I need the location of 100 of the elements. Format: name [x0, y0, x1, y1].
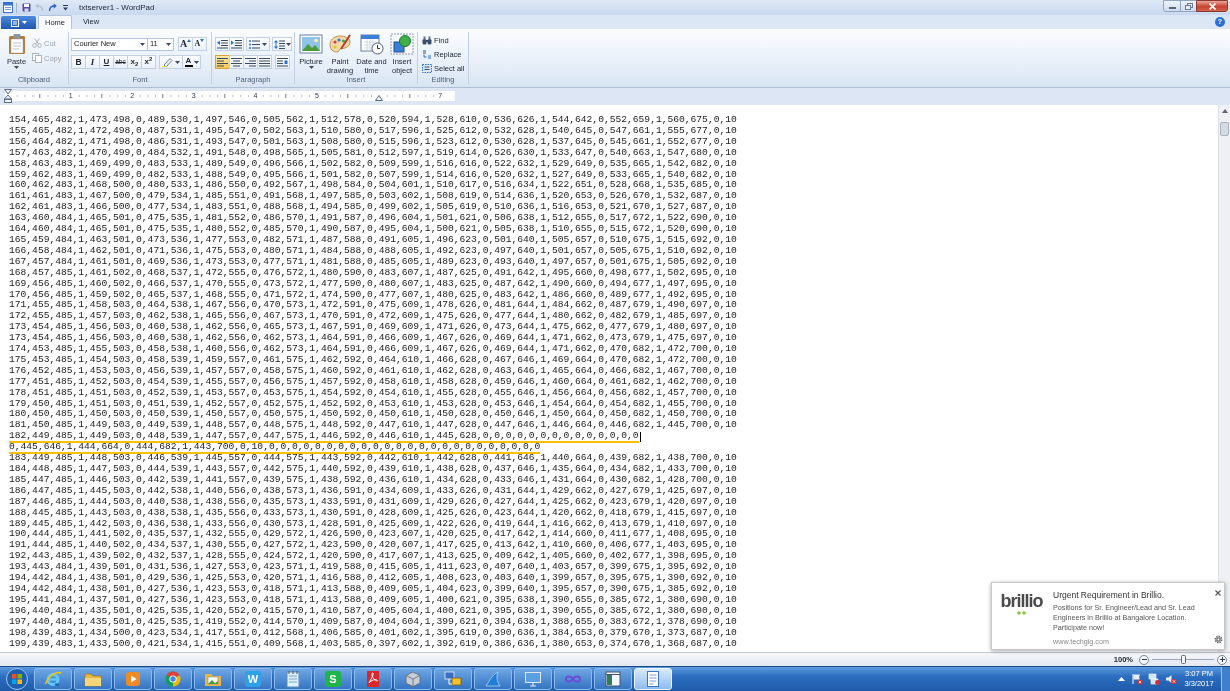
- paragraph-button[interactable]: [275, 55, 290, 69]
- superscript-button[interactable]: x$^{2}$: [141, 55, 156, 69]
- text-line: 193,443,484,1,439,501,0,431,536,1,427,553,0,423,571,1,419,588,0,415,605,1,411,623,0,407,640,1,403,657,0,399,675,1,395,692,0,10: [9, 563, 737, 574]
- taskbar-button[interactable]: [74, 668, 112, 690]
- taskbar-button[interactable]: [114, 668, 152, 690]
- highlight-button[interactable]: [159, 55, 183, 69]
- text-line: 159,462,483,1,469,499,0,482,533,1,488,549,0,495,566,1,501,582,0,507,599,1,514,616,0,520,632,1,527,649,0,533,665,1,540,682,0,10: [9, 170, 737, 181]
- text-line: 154,465,482,1,473,498,0,489,530,1,497,546,0,505,562,1,512,578,0,520,594,1,528,610,0,536,626,1,544,642,0,552,659,1,560,675,0,10: [9, 116, 737, 127]
- text-line: 173,454,485,1,456,503,0,460,538,1,462,556,0,465,573,1,467,591,0,469,609,1,471,626,0,473,644,1,475,662,0,477,679,1,480,697,0,10: [9, 323, 737, 334]
- highlighter-icon: [162, 57, 173, 67]
- zoom-out-button[interactable]: [1139, 654, 1149, 665]
- caret-icon: [175, 60, 180, 64]
- text-line: 189,445,485,1,442,503,0,436,538,1,433,556,0,430,573,1,428,591,0,425,609,1,422,626,0,419,644,1,416,662,0,413,679,1,410,697,0,10: [9, 519, 737, 530]
- text-line: 197,440,484,1,435,501,0,425,535,1,419,552,0,414,570,1,409,587,0,404,604,1,399,621,0,394,638,1,388,655,0,383,672,1,378,690,0,10: [9, 617, 737, 629]
- minus-icon: [1141, 659, 1147, 660]
- text-line: 169,456,485,1,460,502,0,466,537,1,470,555,0,473,572,1,477,590,0,480,607,1,483,625,0,487,642,1,490,660,0,494,677,1,497,695,0,10: [9, 279, 737, 291]
- select-all-icon: [422, 63, 432, 73]
- clipboard-icon: [7, 33, 26, 55]
- justify-button[interactable]: [257, 55, 272, 69]
- caret-icon: [61, 4, 69, 11]
- taskbar-button[interactable]: [274, 668, 312, 690]
- document-icon: [10, 18, 19, 27]
- scissors-icon: [32, 38, 42, 48]
- font-color-button[interactable]: A: [182, 55, 201, 69]
- minimize-button[interactable]: [1163, 0, 1181, 12]
- text-line: 163,460,484,1,465,501,0,475,535,1,481,552,0,486,570,1,491,587,0,496,604,1,501,621,0,506,638,1,512,655,0,517,672,1,522,690,0,10: [9, 214, 737, 225]
- taskbar-button[interactable]: [554, 668, 592, 690]
- notification-title: Urgent Requirement in Brillio.: [1053, 590, 1166, 601]
- taskbar-button[interactable]: [514, 668, 552, 690]
- text-line: 195,441,484,1,437,501,0,427,536,1,423,553,0,418,571,1,413,588,0,409,605,1,400,621,0,395,638,1,390,655,0,385,672,1,380,690,0,10: [9, 595, 737, 607]
- document-icon: [3, 2, 13, 13]
- text-line: 0,445,646,1,444,664,0,444,682,1,443,700,0,10,0,0,0,0,0,0,0,0,0,0,0,0,0,0,0,0,0,0,0,0,0,0,0,0: [9, 443, 541, 455]
- zoom-slider[interactable]: [1152, 654, 1214, 665]
- taskbar-button[interactable]: [594, 668, 632, 690]
- zoom-in-button[interactable]: [1217, 654, 1227, 665]
- text-line: 176,452,485,1,453,503,0,456,539,1,457,557,0,458,575,1,460,592,0,461,610,1,462,628,0,463,646,1,465,664,0,466,682,1,467,700,0,10: [9, 366, 737, 378]
- text-line: 170,456,485,1,459,502,0,465,537,1,468,555,0,471,572,1,474,590,0,477,607,1,480,625,0,483,642,1,486,660,0,489,677,1,492,695,0,10: [9, 290, 737, 301]
- network-icon: [444, 670, 462, 688]
- logo-text: brillio: [1000, 591, 1043, 611]
- taskbar-button[interactable]: [434, 668, 472, 690]
- text-line: 178,451,485,1,451,503,0,452,539,1,453,557,0,453,575,1,454,592,0,454,610,1,455,628,0,455,646,1,456,664,0,456,682,1,457,700,0,10: [9, 388, 737, 400]
- justify-icon: [259, 57, 270, 67]
- text-line: 191,444,485,1,440,502,0,434,537,1,430,555,0,427,572,1,423,590,0,420,607,1,417,625,0,413,642,1,410,660,0,406,677,1,403,695,0,10: [9, 541, 737, 552]
- window-title: txtserver1 - WordPad: [79, 2, 155, 13]
- text-line: 157,463,482,1,470,499,0,484,532,1,491,548,0,498,565,1,505,581,0,512,597,1,519,614,0,526,630,1,533,647,0,540,663,1,547,680,0,10: [9, 148, 737, 160]
- taskbar-button[interactable]: [194, 668, 232, 690]
- restore-icon: [1184, 2, 1193, 10]
- shrink-font-button[interactable]: A: [192, 37, 207, 51]
- text-line: 199,439,483,1,433,500,0,421,534,1,415,551,0,409,568,1,403,585,0,397,602,1,392,619,0,386,636,1,380,653,0,374,670,1,368,687,0,10: [9, 639, 737, 651]
- text-line: 184,448,485,1,447,503,0,444,539,1,443,557,0,442,575,1,440,592,0,439,610,1,438,628,0,437,646,1,435,664,0,434,682,1,433,700,0,10: [9, 465, 737, 476]
- scroll-thumb[interactable]: [1220, 122, 1229, 136]
- align-right-icon: [245, 57, 256, 67]
- text-line: 165,459,484,1,463,501,0,473,536,1,477,553,0,482,571,1,487,588,0,491,605,1,496,623,0,501,640,1,505,657,0,510,675,1,515,692,0,10: [9, 235, 737, 247]
- taskbar-button[interactable]: [354, 668, 392, 690]
- text-line: 174,453,485,1,455,503,0,458,538,1,460,556,0,462,573,1,464,591,0,466,609,1,467,626,0,469,644,1,471,662,0,470,682,1,472,700,0,10: [9, 345, 737, 356]
- letter-e-icon: [44, 670, 62, 688]
- slider-thumb[interactable]: [1180, 655, 1186, 664]
- align-left-icon: [217, 57, 228, 67]
- folder-icon: [84, 670, 102, 688]
- taskbar-button[interactable]: [154, 668, 192, 690]
- swirl-document-icon: [364, 670, 382, 688]
- text-line: 171,455,485,1,458,503,0,464,538,1,467,556,0,470,573,1,472,591,0,475,609,1,478,626,0,481,644,1,484,662,0,487,679,1,490,697,0,10: [9, 301, 737, 312]
- list-button[interactable]: [246, 37, 270, 51]
- close-button[interactable]: [1214, 589, 1222, 597]
- start-orb-icon: [6, 668, 28, 690]
- redo-icon: [47, 3, 57, 12]
- text-line: 161,461,483,1,467,500,0,479,534,1,485,551,0,491,568,1,497,585,0,503,602,1,508,619,0,514,636,1,520,653,0,526,670,1,532,687,0,10: [9, 192, 737, 203]
- settings-button[interactable]: [1213, 634, 1223, 644]
- taskbar-button[interactable]: [34, 668, 72, 690]
- fin-icon: [484, 670, 502, 688]
- app-menu-button[interactable]: [1, 16, 36, 29]
- flag-icon: [1131, 673, 1143, 685]
- caret-up-icon: [187, 39, 192, 42]
- close-icon: [1208, 2, 1216, 10]
- bullet-list-icon: [249, 39, 260, 49]
- text-line: 173,454,485,1,456,503,0,460,538,1,462,556,0,462,573,1,464,591,0,466,609,1,467,626,0,469,644,1,471,662,0,473,679,1,475,697,0,10: [9, 334, 737, 345]
- ring-icon: [164, 670, 182, 688]
- redo-button[interactable]: [46, 1, 58, 14]
- network-icon: [1148, 673, 1160, 685]
- text-line: 156,464,482,1,471,498,0,486,531,1,493,547,0,501,563,1,508,580,0,515,596,1,523,612,0,530,628,1,537,645,0,545,661,1,552,677,0,10: [9, 137, 737, 149]
- letter-tile-icon: S: [325, 671, 341, 687]
- palette-icon: [328, 33, 352, 55]
- text-line: 185,447,485,1,446,503,0,442,539,1,441,557,0,439,575,1,438,592,0,436,610,1,434,628,0,433,646,1,431,664,0,430,682,1,428,700,0,10: [9, 475, 737, 487]
- taskbar-button[interactable]: [394, 668, 432, 690]
- maximize-button[interactable]: [1180, 0, 1197, 12]
- caret-icon: [285, 42, 291, 46]
- increase-indent-button[interactable]: [229, 37, 244, 51]
- show-desktop-button[interactable]: [1221, 666, 1230, 691]
- cube-icon: [404, 670, 422, 688]
- text-line: 192,443,485,1,439,502,0,432,537,1,428,555,0,424,572,1,420,590,0,417,607,1,413,625,0,409,642,1,405,660,0,402,677,1,398,695,0,10: [9, 552, 737, 563]
- text-line: 179,450,485,1,451,503,0,451,539,1,452,557,0,452,575,1,452,592,0,453,610,1,453,628,0,453,646,1,454,664,0,454,682,1,455,700,0,10: [9, 399, 737, 410]
- text-line: 186,447,485,1,445,503,0,442,538,1,440,556,0,438,573,1,436,591,0,434,609,1,433,626,0,431,644,1,429,662,0,427,679,1,425,697,0,10: [9, 486, 737, 498]
- save-button[interactable]: [20, 1, 32, 14]
- binoculars-icon: [422, 35, 432, 45]
- close-button[interactable]: [1196, 0, 1228, 12]
- line-spacing-button[interactable]: [272, 37, 292, 51]
- text-line: 180,450,485,1,450,503,0,450,539,1,450,557,0,450,575,1,450,592,0,450,610,1,450,628,0,450,646,1,450,664,0,450,682,1,450,700,0,10: [9, 410, 737, 421]
- text-line: 167,457,484,1,461,501,0,469,536,1,473,553,0,477,571,1,481,588,0,485,605,1,489,623,0,493,640,1,497,657,0,501,675,1,505,692,0,10: [9, 257, 737, 269]
- copy-icon: [32, 53, 42, 63]
- paragraph-icon: [277, 57, 288, 67]
